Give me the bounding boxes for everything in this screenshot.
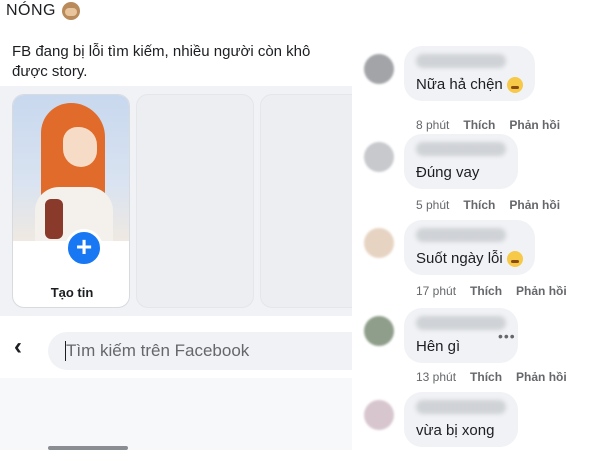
comments-panel: Nữa hả chện 8 phút Thích Phản hồi Đúng v… bbox=[352, 40, 600, 450]
avatar[interactable] bbox=[364, 400, 394, 430]
smile-sweat-emoji-icon bbox=[506, 250, 523, 267]
story-placeholder-card bbox=[260, 94, 352, 308]
create-story-label: Tạo tin bbox=[50, 285, 94, 300]
comment-time: 17 phút bbox=[416, 284, 457, 298]
avatar[interactable] bbox=[364, 142, 394, 172]
like-link[interactable]: Thích bbox=[470, 284, 502, 298]
reply-link[interactable]: Phản hồi bbox=[509, 198, 560, 212]
comment-text: Suốt ngày lỗi bbox=[416, 250, 503, 267]
comment-item: Hên gì ••• 13 phút Thích Phản hồi bbox=[352, 308, 600, 400]
post-title: NÓNG bbox=[6, 2, 80, 20]
comment-bubble[interactable]: Suốt ngày lỗi bbox=[404, 220, 535, 275]
comment-item: vừa bị xong bbox=[352, 392, 600, 450]
commenter-name-blurred bbox=[416, 228, 506, 242]
smile-sweat-emoji-icon bbox=[506, 76, 523, 93]
facebook-screen: NÓNG FB đang bị lỗi tìm kiếm, nhiều ngườ… bbox=[0, 0, 352, 450]
comment-meta: 8 phút Thích Phản hồi bbox=[416, 118, 560, 132]
comment-bubble[interactable]: Đúng vay bbox=[404, 134, 518, 189]
post-body-line2: được story. bbox=[12, 63, 88, 80]
comment-meta: 17 phút Thích Phản hồi bbox=[416, 284, 567, 298]
plus-icon[interactable]: + bbox=[65, 229, 103, 267]
comment-time: 5 phút bbox=[416, 198, 450, 212]
create-story-card[interactable]: + Tạo tin bbox=[12, 94, 130, 308]
post-body: FB đang bị lỗi tìm kiếm, nhiều người còn… bbox=[12, 42, 352, 82]
commenter-name-blurred bbox=[416, 142, 506, 156]
search-input[interactable] bbox=[66, 339, 336, 363]
see-no-evil-monkey-icon bbox=[62, 2, 80, 20]
post-title-text: NÓNG bbox=[6, 2, 56, 19]
like-link[interactable]: Thích bbox=[463, 198, 495, 212]
comment-item: Suốt ngày lỗi 17 phút Thích Phản hồi bbox=[352, 220, 600, 312]
comment-text: vừa bị xong bbox=[416, 422, 495, 439]
comment-item: Đúng vay 5 phút Thích Phản hồi bbox=[352, 134, 600, 226]
post-body-line1: FB đang bị lỗi tìm kiếm, nhiều người còn… bbox=[12, 43, 311, 60]
comment-time: 8 phút bbox=[416, 118, 450, 132]
comment-bubble[interactable]: vừa bị xong bbox=[404, 392, 518, 447]
chevron-left-icon[interactable]: ‹ bbox=[14, 335, 34, 359]
reply-link[interactable]: Phản hồi bbox=[509, 118, 560, 132]
skeleton-bar bbox=[48, 446, 128, 450]
commenter-name-blurred bbox=[416, 316, 506, 330]
comment-text: Đúng vay bbox=[416, 164, 480, 181]
comment-item: Nữa hả chện 8 phút Thích Phản hồi bbox=[352, 46, 600, 138]
like-link[interactable]: Thích bbox=[470, 370, 502, 384]
comment-time: 13 phút bbox=[416, 370, 457, 384]
avatar[interactable] bbox=[364, 316, 394, 346]
avatar[interactable] bbox=[364, 228, 394, 258]
comment-bubble[interactable]: Nữa hả chện bbox=[404, 46, 535, 101]
stories-tray: + Tạo tin bbox=[0, 86, 352, 316]
story-placeholder-card bbox=[136, 94, 254, 308]
commenter-name-blurred bbox=[416, 54, 506, 68]
reply-link[interactable]: Phản hồi bbox=[516, 370, 567, 384]
search-box[interactable] bbox=[48, 332, 352, 370]
story-profile-image bbox=[13, 95, 129, 241]
content-placeholder bbox=[0, 378, 352, 450]
comment-text: Nữa hả chện bbox=[416, 76, 503, 93]
avatar[interactable] bbox=[364, 54, 394, 84]
comment-text: Hên gì bbox=[416, 338, 461, 355]
comment-meta: 13 phút Thích Phản hồi bbox=[416, 370, 567, 384]
search-bar-row: ‹ bbox=[0, 316, 352, 378]
commenter-name-blurred bbox=[416, 400, 506, 414]
like-link[interactable]: Thích bbox=[463, 118, 495, 132]
reply-link[interactable]: Phản hồi bbox=[516, 284, 567, 298]
more-options-icon[interactable]: ••• bbox=[498, 328, 516, 344]
comment-meta: 5 phút Thích Phản hồi bbox=[416, 198, 560, 212]
